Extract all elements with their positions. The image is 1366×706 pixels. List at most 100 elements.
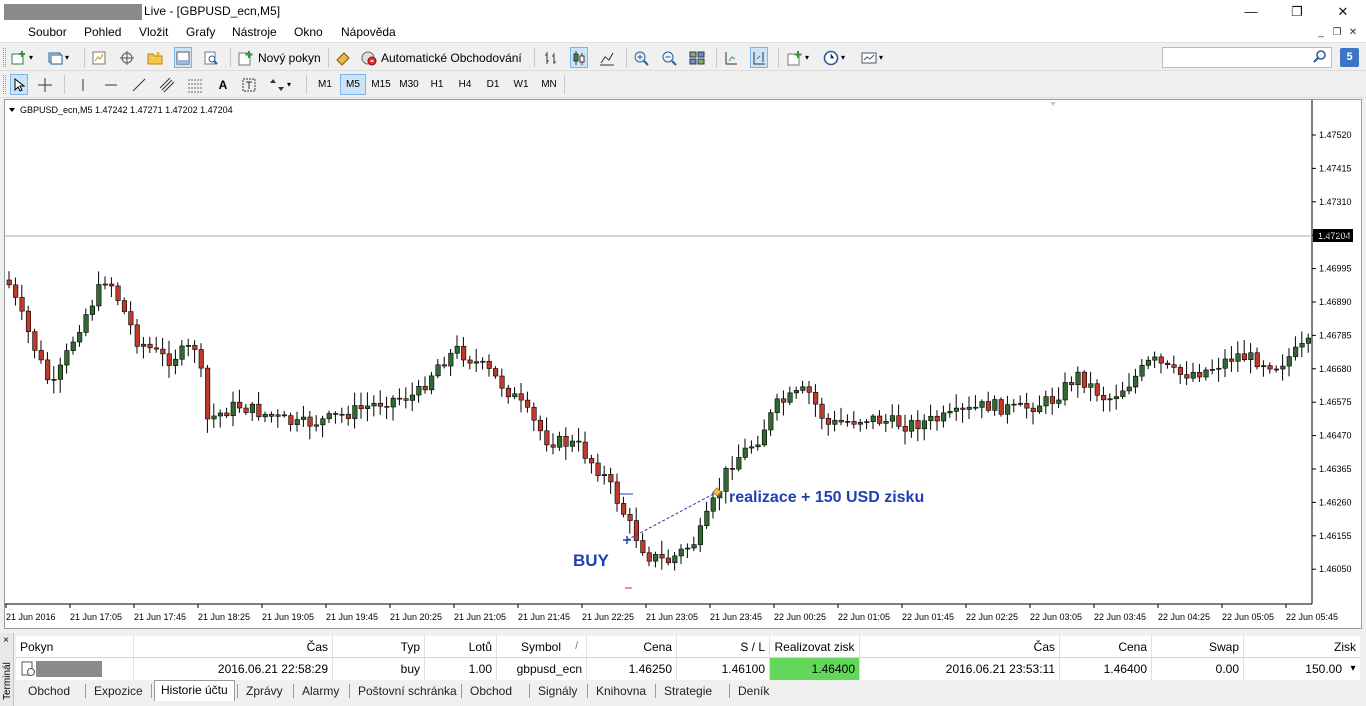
tf-m15[interactable]: M15 bbox=[368, 74, 394, 95]
price-axis-label: 1.46785 bbox=[1319, 330, 1352, 340]
mdi-restore-icon[interactable]: ❐ bbox=[1330, 26, 1344, 40]
col-zisk[interactable]: Zisk bbox=[1244, 636, 1360, 658]
data-window-button[interactable] bbox=[118, 47, 136, 68]
col-cena-close[interactable]: Cena bbox=[1060, 636, 1152, 658]
text-label-tool[interactable] bbox=[240, 74, 258, 95]
col-symbol[interactable]: Symbol / bbox=[497, 636, 587, 658]
candle-body bbox=[1017, 403, 1024, 405]
tab-signály[interactable]: Signály bbox=[532, 682, 583, 700]
tab-knihovna[interactable]: Knihovna bbox=[590, 682, 652, 700]
tf-m30[interactable]: M30 bbox=[396, 74, 422, 95]
bar-chart-button[interactable] bbox=[542, 47, 560, 68]
toolbar-grip-2[interactable] bbox=[3, 75, 6, 94]
candle-body bbox=[621, 503, 627, 515]
candle-body bbox=[192, 345, 198, 350]
profiles-button[interactable]: ▾ bbox=[46, 47, 70, 68]
maximize-button[interactable]: ❐ bbox=[1274, 0, 1320, 23]
trendline-tool[interactable] bbox=[130, 74, 148, 95]
col-pokyn[interactable]: Pokyn bbox=[16, 636, 134, 658]
menu-pohled[interactable]: Pohled bbox=[84, 25, 121, 39]
buy-entry-marker-icon[interactable] bbox=[623, 536, 631, 544]
col-sl[interactable]: S / L bbox=[677, 636, 770, 658]
terminal-button[interactable] bbox=[174, 47, 192, 68]
crosshair-tool[interactable] bbox=[36, 74, 54, 95]
tf-mn[interactable]: MN bbox=[536, 74, 562, 95]
tab-deník[interactable]: Deník bbox=[732, 682, 775, 700]
notifications-badge[interactable]: 5 bbox=[1340, 48, 1359, 67]
tf-d1[interactable]: D1 bbox=[480, 74, 506, 95]
terminal-side-label: Terminál bbox=[2, 662, 13, 700]
tab-alarmy[interactable]: Alarmy bbox=[296, 682, 345, 700]
menu-napoveda[interactable]: Nápověda bbox=[341, 25, 396, 39]
fibonacci-tool[interactable] bbox=[186, 74, 204, 95]
candle-body bbox=[941, 412, 947, 422]
tab-obchod[interactable]: Obchod bbox=[22, 682, 76, 700]
navigator-button[interactable] bbox=[146, 47, 164, 68]
auto-scroll-button[interactable] bbox=[722, 47, 740, 68]
minimize-button[interactable]: — bbox=[1228, 0, 1274, 23]
tile-windows-button[interactable] bbox=[688, 47, 706, 68]
menu-grafy[interactable]: Grafy bbox=[186, 25, 215, 39]
tf-m1[interactable]: M1 bbox=[312, 74, 338, 95]
col-swap[interactable]: Swap bbox=[1152, 636, 1244, 658]
col-cas[interactable]: Čas bbox=[134, 636, 333, 658]
mdi-close-icon[interactable]: ✕ bbox=[1346, 26, 1360, 40]
tf-h4[interactable]: H4 bbox=[452, 74, 478, 95]
terminal-close-button[interactable]: × bbox=[3, 635, 9, 646]
tab-historie-účtu[interactable]: Historie účtu bbox=[154, 680, 235, 701]
cursor-tool[interactable] bbox=[10, 74, 28, 95]
col-cas-close[interactable]: Čas bbox=[860, 636, 1060, 658]
chart-window[interactable]: GBPUSD_ecn,M5 1.47242 1.47271 1.47202 1.… bbox=[4, 99, 1362, 629]
periods-button[interactable]: ▾ bbox=[822, 47, 846, 68]
new-chart-button[interactable]: ▾ bbox=[10, 47, 34, 68]
equidistant-channel-tool[interactable] bbox=[158, 74, 176, 95]
time-axis-label: 22 Jun 02:25 bbox=[966, 612, 1018, 622]
tab-poštovní-schránka[interactable]: Poštovní schránka bbox=[352, 682, 463, 700]
menu-vlozit[interactable]: Vložit bbox=[139, 25, 168, 39]
mdi-minimize-icon[interactable]: _ bbox=[1314, 26, 1328, 40]
search-icon[interactable] bbox=[1312, 49, 1328, 65]
search-input[interactable] bbox=[1162, 47, 1332, 68]
arrows-tool[interactable]: ▾ bbox=[268, 74, 292, 95]
indicators-button[interactable]: ▾ bbox=[786, 47, 810, 68]
menu-okno[interactable]: Okno bbox=[294, 25, 323, 39]
scroll-down-icon[interactable]: ▾ bbox=[1346, 658, 1360, 680]
chart-shift-marker-icon[interactable] bbox=[1050, 102, 1056, 106]
metaeditor-button[interactable] bbox=[334, 47, 352, 68]
new-order-button[interactable]: Nový pokyn bbox=[237, 47, 322, 68]
price-chart[interactable]: GBPUSD_ecn,M5 1.47242 1.47271 1.47202 1.… bbox=[5, 100, 1361, 628]
chart-shift-button[interactable] bbox=[750, 47, 768, 68]
strategy-tester-button[interactable] bbox=[202, 47, 220, 68]
vertical-line-tool[interactable] bbox=[74, 74, 92, 95]
menu-nastroje[interactable]: Nástroje bbox=[232, 25, 277, 39]
zoom-out-button[interactable] bbox=[660, 47, 678, 68]
candle-body bbox=[992, 399, 998, 411]
zoom-in-button[interactable] bbox=[632, 47, 650, 68]
col-typ[interactable]: Typ bbox=[333, 636, 425, 658]
col-lotu[interactable]: Lotů bbox=[425, 636, 497, 658]
tf-w1[interactable]: W1 bbox=[508, 74, 534, 95]
col-cena[interactable]: Cena bbox=[587, 636, 677, 658]
tab-zprávy[interactable]: Zprávy bbox=[240, 682, 289, 700]
candle-body bbox=[614, 481, 620, 504]
horizontal-line-tool[interactable] bbox=[102, 74, 120, 95]
tf-h1[interactable]: H1 bbox=[424, 74, 450, 95]
templates-button[interactable]: ▾ bbox=[860, 47, 884, 68]
candle-body bbox=[365, 405, 371, 409]
tab-strategie[interactable]: Strategie bbox=[658, 682, 718, 700]
text-tool[interactable]: A bbox=[214, 74, 232, 95]
chart-collapse-icon[interactable] bbox=[9, 108, 15, 112]
candle-body bbox=[166, 353, 172, 366]
tab-expozice[interactable]: Expozice bbox=[88, 682, 149, 700]
table-row[interactable]: 2016.06.21 22:58:29 buy 1.00 gbpusd_ecn … bbox=[16, 658, 1360, 680]
auto-trading-button[interactable]: Automatické Obchodování bbox=[360, 47, 523, 68]
tf-m5[interactable]: M5 bbox=[340, 74, 366, 95]
col-realizovat-zisk[interactable]: Realizovat zisk bbox=[770, 636, 860, 658]
line-chart-button[interactable] bbox=[598, 47, 616, 68]
candlestick-button[interactable] bbox=[570, 47, 588, 68]
market-watch-button[interactable] bbox=[90, 47, 108, 68]
close-button[interactable]: ✕ bbox=[1320, 0, 1366, 23]
tab-obchod[interactable]: Obchod bbox=[464, 682, 518, 700]
toolbar-grip[interactable] bbox=[3, 48, 6, 67]
menu-soubor[interactable]: Soubor bbox=[28, 25, 67, 39]
